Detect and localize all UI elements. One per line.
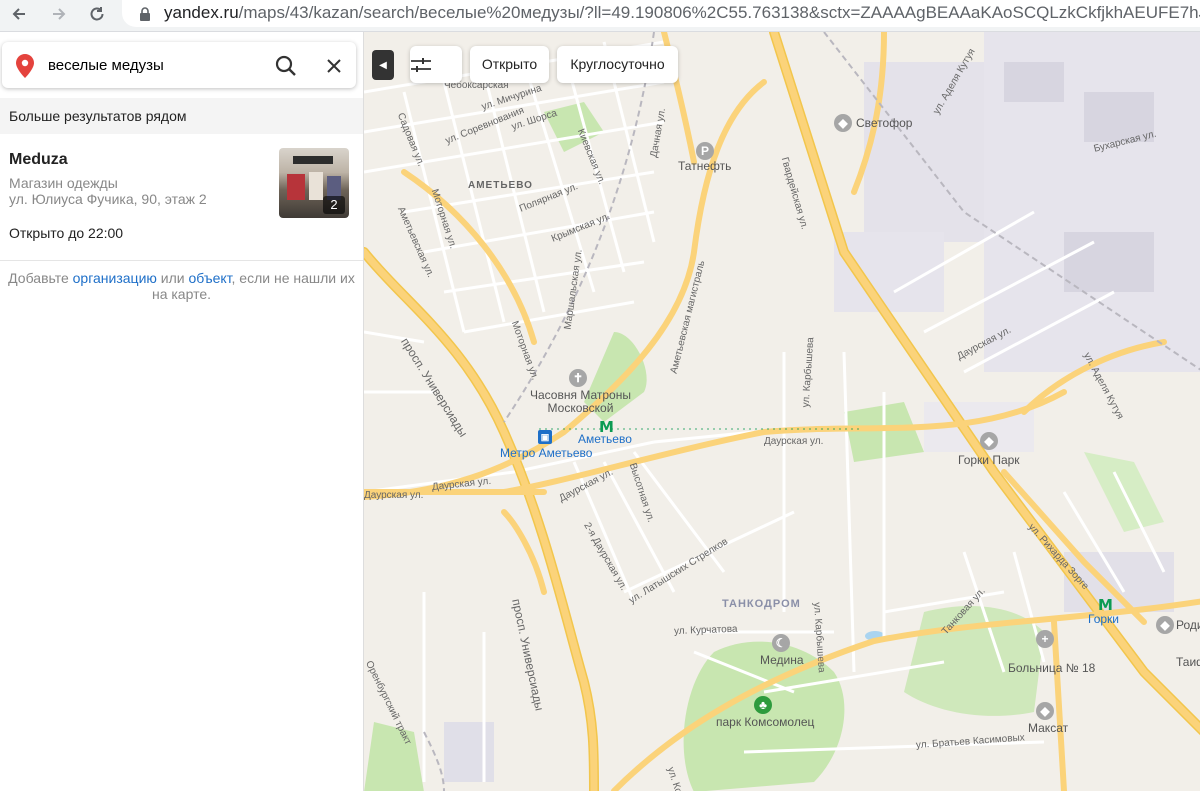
poi-label[interactable]: Светофор [856,117,912,130]
poi-label[interactable]: Медина [760,654,804,667]
filter-open-now[interactable]: Открыто [470,46,549,83]
shopping-icon[interactable]: ◆ [980,432,998,450]
search-input[interactable] [48,54,258,76]
clothes-rack [309,172,323,200]
filters-button[interactable] [410,46,462,83]
poi-label[interactable]: Горки Парк [958,454,1020,467]
poi-label-line: Московской [547,401,614,415]
poi-label-line: Часовня Матроны [530,388,631,402]
note-text: на карте. [151,286,212,302]
results-panel: Больше результатов рядом Meduza Магазин … [0,32,364,791]
poi-label[interactable]: Роди [1176,619,1200,632]
lock-icon [140,7,150,21]
browser-toolbar: yandex.ru/maps/43/kazan/search/веселые%2… [0,0,1200,32]
photo-count-badge: 2 [323,196,345,214]
street-label: ул. Курчатова [673,623,738,637]
note-text: Добавьте [8,270,73,286]
building [1064,232,1154,292]
add-organization-note: Добавьте организацию или объект, если не… [0,270,363,302]
reload-icon[interactable] [82,0,112,28]
building [1004,62,1064,102]
district-label: АМЕТЬЕВО [468,180,533,191]
shopping-icon[interactable]: ◆ [834,114,852,132]
store-sign [293,156,333,164]
close-icon[interactable] [322,54,346,78]
result-name[interactable]: Meduza [9,151,68,169]
building [444,722,494,782]
poi-label[interactable]: Таиф [1176,656,1200,669]
hospital-icon[interactable]: + [1036,630,1054,648]
map-graphics [364,32,1200,791]
result-category: Магазин одежды [9,175,118,191]
park-area [364,722,424,791]
add-object-link[interactable]: объект [189,270,232,286]
result-hours: Открыто до 22:00 [9,225,124,241]
metro-label[interactable]: Горки [1088,612,1119,626]
poi-label[interactable]: Больница № 18 [1008,662,1095,675]
district-label: ТАНКОДРОМ [722,598,801,610]
poi-label[interactable]: Часовня Матроны Московской [530,389,631,415]
search-result-card[interactable]: Meduza Магазин одежды ул. Юлиуса Фучика,… [0,134,363,261]
poi-label[interactable]: парк Комсомолец [716,716,814,729]
transit-station-icon[interactable]: ▣ [538,430,552,444]
back-icon[interactable] [4,0,34,28]
more-nearby-header: Больше результатов рядом [0,98,363,134]
address-bar[interactable]: yandex.ru/maps/43/kazan/search/веселые%2… [122,0,1200,27]
poi-label[interactable]: Татнефть [678,160,731,173]
note-text: или [156,270,189,286]
search-icon[interactable] [274,54,298,78]
shopping-icon[interactable]: ◆ [1036,702,1054,720]
park-icon[interactable]: ♣ [754,696,772,714]
url-text: yandex.ru/maps/43/kazan/search/веселые%2… [164,3,1200,22]
church-icon[interactable]: ✝ [569,369,587,387]
map-canvas[interactable]: Чебоксарская ул. Мичурина ул. Соревнован… [364,32,1200,791]
search-bar [2,42,356,88]
note-text: , если не нашли их [231,270,355,286]
metro-label[interactable]: Метро Аметьево [500,446,592,460]
map-pin-icon [16,54,34,78]
poi-label[interactable]: Максат [1028,722,1068,735]
gas-station-icon[interactable]: P [696,142,714,160]
result-address: ул. Юлиуса Фучика, 90, этаж 2 [9,191,207,207]
mosque-icon[interactable]: ☾ [772,634,790,652]
clothes-rack [287,174,305,200]
add-organization-link[interactable]: организацию [73,270,157,286]
collapse-panel-button[interactable]: ◀ [372,50,394,80]
filter-round-the-clock[interactable]: Круглосуточно [557,46,678,83]
shopping-icon[interactable]: ◆ [1156,616,1174,634]
result-photo[interactable]: 2 [279,148,349,218]
metro-label[interactable]: Аметьево [578,432,632,446]
street-label: Даурская ул. [364,490,424,501]
sliders-icon [411,58,431,72]
street-label: Даурская ул. [764,436,824,447]
forward-icon[interactable] [44,0,74,28]
